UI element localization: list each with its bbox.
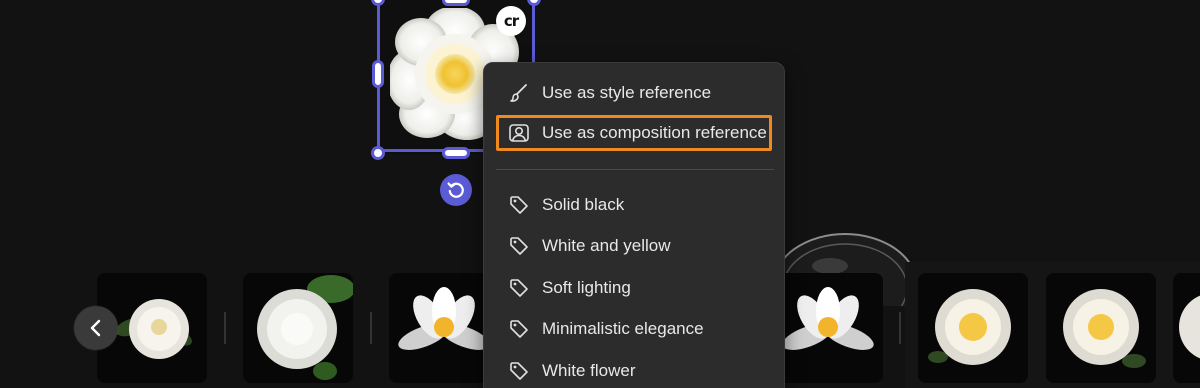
- flower-image: [1179, 295, 1200, 359]
- menu-item-tag-white-flower[interactable]: White flower: [496, 353, 772, 388]
- menu-item-label: White flower: [542, 361, 636, 380]
- rotate-button[interactable]: [440, 174, 472, 206]
- tag-icon: [508, 194, 530, 216]
- rotate-icon: [447, 182, 464, 198]
- strip-divider: [370, 312, 372, 344]
- resize-handle-bottom[interactable]: [442, 147, 470, 159]
- previous-button[interactable]: [74, 306, 118, 350]
- menu-item-tag-soft-lighting[interactable]: Soft lighting: [496, 270, 772, 306]
- menu-item-tag-white-and-yellow[interactable]: White and yellow: [496, 228, 772, 264]
- menu-item-label: Soft lighting: [542, 278, 631, 297]
- menu-item-label: Use as composition reference: [542, 123, 767, 142]
- menu-item-use-as-composition-reference[interactable]: Use as composition reference: [496, 115, 772, 151]
- canvas-stage: cr Use as style reference Use as composi…: [0, 0, 1200, 388]
- flower-image: [1063, 289, 1146, 368]
- menu-item-tag-solid-black[interactable]: Solid black: [496, 187, 772, 223]
- strip-divider: [899, 312, 901, 344]
- brush-icon: [508, 82, 530, 104]
- menu-item-label: White and yellow: [542, 236, 671, 255]
- chevron-left-icon: [90, 319, 101, 337]
- strip-divider: [224, 312, 226, 344]
- composition-icon: [508, 122, 530, 144]
- tag-icon: [508, 360, 530, 382]
- resize-handle-top[interactable]: [442, 0, 470, 6]
- menu-item-tag-minimalistic-elegance[interactable]: Minimalistic elegance: [496, 311, 772, 347]
- flower-image: [928, 289, 1011, 365]
- menu-divider: [496, 169, 774, 170]
- menu-item-label: Minimalistic elegance: [542, 319, 704, 338]
- thumbnail-2[interactable]: [243, 273, 353, 383]
- tag-icon: [508, 277, 530, 299]
- thumbnail-4[interactable]: [773, 273, 883, 383]
- menu-item-use-as-style-reference[interactable]: Use as style reference: [496, 75, 772, 111]
- tag-icon: [508, 235, 530, 257]
- flower-image: [257, 275, 353, 380]
- menu-item-label: Use as style reference: [542, 83, 712, 102]
- content-credentials-badge[interactable]: cr: [496, 6, 526, 37]
- thumbnail-6[interactable]: [1046, 273, 1156, 383]
- resize-handle-bottom-left[interactable]: [371, 146, 385, 160]
- lotus-image: [782, 287, 874, 350]
- thumbnail-7[interactable]: [1173, 273, 1200, 383]
- thumbnail-5[interactable]: [918, 273, 1028, 383]
- context-menu: Use as style reference Use as compositio…: [483, 62, 785, 388]
- menu-item-label: Solid black: [542, 195, 625, 214]
- tag-icon: [508, 318, 530, 340]
- resize-handle-left[interactable]: [372, 60, 384, 88]
